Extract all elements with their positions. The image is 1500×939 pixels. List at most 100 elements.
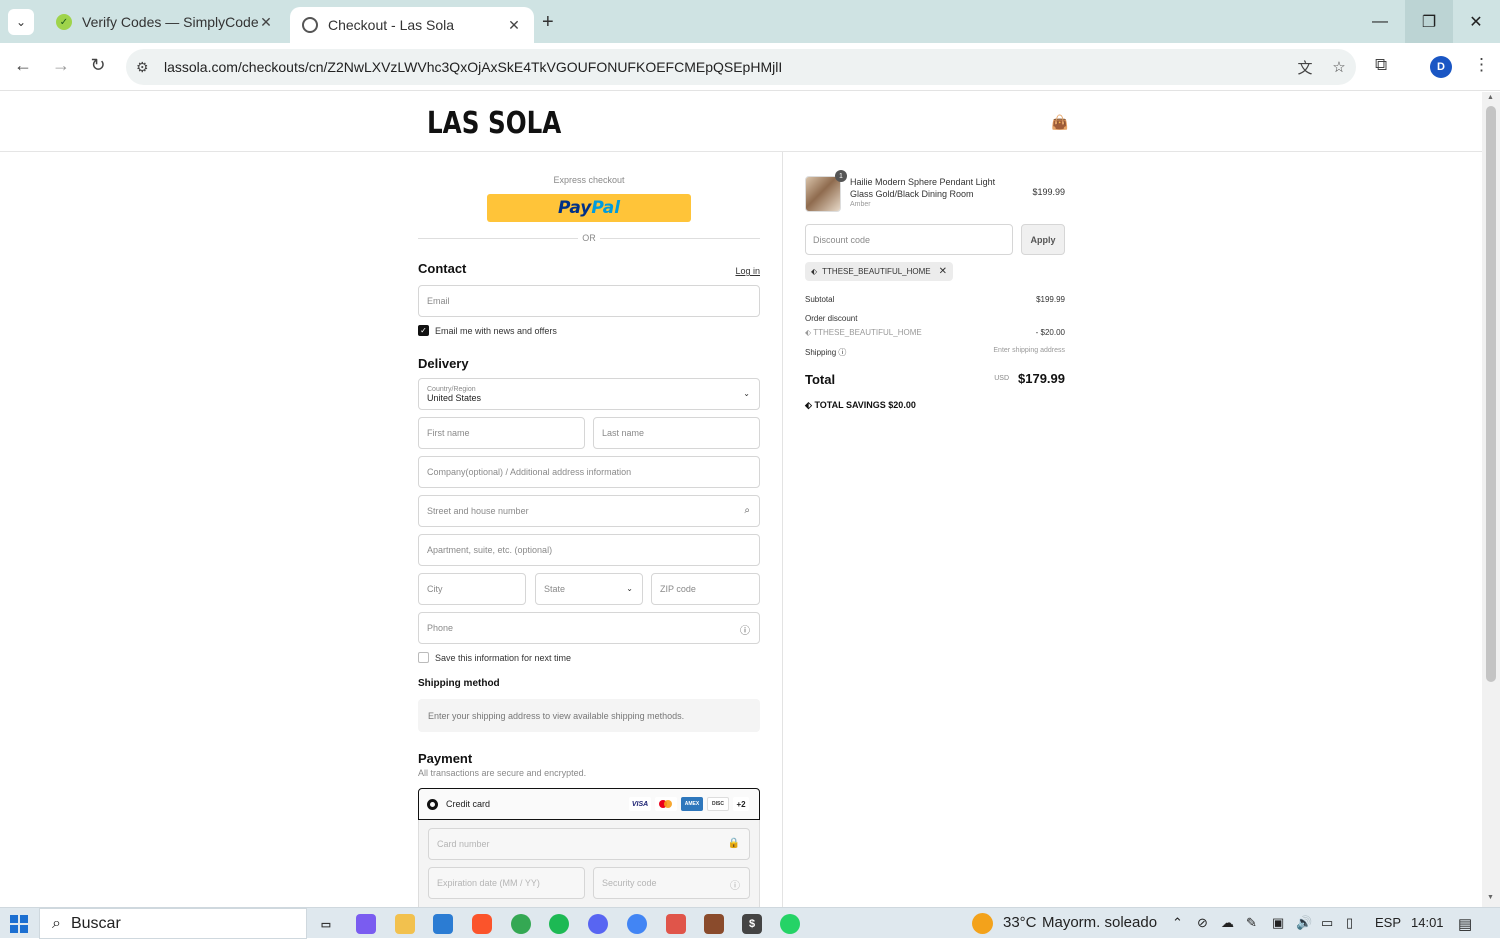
city-field[interactable]: City bbox=[418, 573, 526, 605]
app-icon[interactable] bbox=[704, 914, 724, 934]
mastercard-icon bbox=[655, 797, 677, 811]
first-name-field[interactable]: First name bbox=[418, 417, 585, 449]
store-icon[interactable] bbox=[433, 914, 453, 934]
checkbox-empty-icon[interactable] bbox=[418, 652, 429, 663]
apartment-field[interactable]: Apartment, suite, etc. (optional) bbox=[418, 534, 760, 566]
file-explorer-icon[interactable] bbox=[395, 914, 415, 934]
savings-label: TOTAL SAVINGS bbox=[814, 400, 886, 410]
close-icon[interactable]: ✕ bbox=[506, 17, 522, 34]
phone-field[interactable]: Phone ⓘ bbox=[418, 612, 760, 644]
tab-checkout[interactable]: Checkout - Las Sola ✕ bbox=[290, 7, 534, 43]
translate-icon[interactable]: 文 bbox=[1288, 57, 1322, 78]
app-icon[interactable] bbox=[666, 914, 686, 934]
company-field[interactable]: Company(optional) / Additional address i… bbox=[418, 456, 760, 488]
forward-button[interactable]: → bbox=[49, 55, 73, 76]
cloud-icon[interactable]: ☁ bbox=[1221, 915, 1234, 931]
contact-title: Contact bbox=[418, 261, 467, 276]
expiration-field[interactable]: Expiration date (MM / YY) bbox=[428, 867, 585, 899]
email-news-checkbox[interactable]: ✓ Email me with news and offers bbox=[418, 325, 557, 336]
network-off-icon[interactable]: ⊘ bbox=[1197, 915, 1208, 931]
weather-text[interactable]: Mayorm. soleado bbox=[1042, 914, 1157, 931]
radio-selected-icon[interactable] bbox=[427, 798, 438, 810]
display-icon[interactable]: ▭ bbox=[1321, 915, 1333, 931]
site-header: LAS SOLA 👜 bbox=[0, 92, 1482, 152]
site-settings-icon[interactable]: ⚙ bbox=[136, 59, 156, 76]
scroll-up-icon[interactable]: ▲ bbox=[1487, 94, 1494, 101]
new-tab-button[interactable]: + bbox=[542, 11, 554, 34]
whatsapp-icon[interactable] bbox=[780, 914, 800, 934]
help-icon[interactable]: ⓘ bbox=[740, 622, 750, 637]
credit-card-option[interactable]: Credit card VISA AMEX DISC +2 bbox=[418, 788, 760, 820]
windows-start-icon[interactable] bbox=[10, 915, 28, 933]
globe-icon bbox=[302, 17, 318, 33]
shopping-bag-icon[interactable]: 👜 bbox=[1051, 114, 1068, 131]
shipping-label: Shipping bbox=[805, 348, 837, 357]
brave-icon[interactable] bbox=[472, 914, 492, 934]
save-info-checkbox[interactable]: Save this information for next time bbox=[418, 652, 571, 663]
help-icon[interactable]: ⓘ bbox=[730, 877, 740, 892]
checkmark-icon[interactable]: ✓ bbox=[418, 325, 429, 336]
copilot-icon[interactable] bbox=[356, 914, 376, 934]
notifications-icon[interactable]: ▤ bbox=[1458, 915, 1472, 933]
close-window-button[interactable]: ✕ bbox=[1452, 0, 1500, 43]
reload-button[interactable]: ↻ bbox=[86, 55, 110, 76]
savings-value: $20.00 bbox=[888, 400, 916, 410]
extensions-icon[interactable]: ⧉ bbox=[1375, 55, 1387, 75]
language-indicator[interactable]: ESP bbox=[1375, 915, 1401, 930]
remove-discount-icon[interactable]: ✕ bbox=[939, 266, 947, 277]
zip-field[interactable]: ZIP code bbox=[651, 573, 760, 605]
discord-icon[interactable] bbox=[588, 914, 608, 934]
weather-icon[interactable] bbox=[972, 913, 993, 934]
address-bar: ← → ↻ ⚙ lassola.com/checkouts/cn/Z2NwLXV… bbox=[0, 43, 1500, 91]
tab-simplycodes[interactable]: ✓ Verify Codes — SimplyCodes ✕ bbox=[44, 7, 286, 37]
spotify-icon[interactable] bbox=[549, 914, 569, 934]
task-view-icon[interactable]: ▭ bbox=[316, 914, 336, 934]
temperature[interactable]: 33°C bbox=[1003, 914, 1037, 931]
menu-icon[interactable]: ⋮ bbox=[1473, 55, 1490, 75]
profile-avatar[interactable]: D bbox=[1430, 56, 1452, 78]
column-divider bbox=[782, 152, 783, 907]
camera-icon[interactable]: ▣ bbox=[1272, 915, 1284, 931]
payment-subtitle: All transactions are secure and encrypte… bbox=[418, 768, 587, 778]
email-field[interactable]: Email bbox=[418, 285, 760, 317]
volume-icon[interactable]: 🔊 bbox=[1296, 915, 1312, 931]
chrome-active-icon[interactable] bbox=[627, 914, 647, 934]
state-select[interactable]: State ⌄ bbox=[535, 573, 643, 605]
paypal-button[interactable]: Pay Pal bbox=[487, 194, 691, 222]
discount-code-input[interactable]: Discount code bbox=[805, 224, 1013, 255]
chrome-icon[interactable] bbox=[511, 914, 531, 934]
star-icon[interactable]: ☆ bbox=[1322, 58, 1356, 76]
pen-icon[interactable]: ✎ bbox=[1246, 915, 1257, 931]
restore-button[interactable]: ❐ bbox=[1405, 0, 1453, 43]
total-label: Total bbox=[805, 372, 836, 387]
street-field[interactable]: Street and house number ⌕ bbox=[418, 495, 760, 527]
scrollbar-thumb[interactable] bbox=[1486, 106, 1496, 682]
windows-taskbar: ⌕ Buscar ▭ $ 33°C Mayorm. soleado ⌃ ⊘ ☁ … bbox=[0, 907, 1500, 939]
security-code-field[interactable]: Security code ⓘ bbox=[593, 867, 750, 899]
omnibox[interactable]: ⚙ lassola.com/checkouts/cn/Z2NwLXVzLWVhc… bbox=[126, 49, 1356, 85]
chevron-up-icon[interactable]: ⌃ bbox=[1172, 915, 1183, 931]
country-select[interactable]: Country/Region United States ⌄ bbox=[418, 378, 760, 410]
total-savings: ⬖ TOTAL SAVINGS $20.00 bbox=[805, 400, 916, 411]
page-scrollbar[interactable]: ▲ ▼ bbox=[1482, 92, 1500, 907]
taskbar-search[interactable]: ⌕ Buscar bbox=[39, 908, 307, 939]
card-number-field[interactable]: Card number 🔒 bbox=[428, 828, 750, 860]
app-icon[interactable]: $ bbox=[742, 914, 762, 934]
url-text[interactable]: lassola.com/checkouts/cn/Z2NwLXVzLWVhc3Q… bbox=[164, 59, 1288, 75]
apply-button[interactable]: Apply bbox=[1021, 224, 1065, 255]
subtotal-row: Subtotal $199.99 bbox=[805, 295, 1065, 304]
scroll-down-icon[interactable]: ▼ bbox=[1487, 894, 1494, 901]
clock[interactable]: 14:01 bbox=[1411, 915, 1444, 930]
site-logo[interactable]: LAS SOLA bbox=[427, 106, 561, 141]
total-row: Total USD $179.99 bbox=[805, 371, 1065, 389]
help-icon[interactable]: ⓘ bbox=[838, 348, 846, 357]
battery-icon[interactable]: ▯ bbox=[1346, 915, 1353, 931]
close-icon[interactable]: ✕ bbox=[258, 14, 274, 31]
email-news-label: Email me with news and offers bbox=[435, 325, 557, 336]
last-name-field[interactable]: Last name bbox=[593, 417, 760, 449]
login-link[interactable]: Log in bbox=[735, 266, 760, 276]
back-button[interactable]: ← bbox=[11, 55, 35, 76]
country-value: United States bbox=[427, 392, 482, 403]
minimize-button[interactable]: — bbox=[1356, 0, 1404, 43]
tab-search-button[interactable]: ⌄ bbox=[8, 9, 34, 35]
